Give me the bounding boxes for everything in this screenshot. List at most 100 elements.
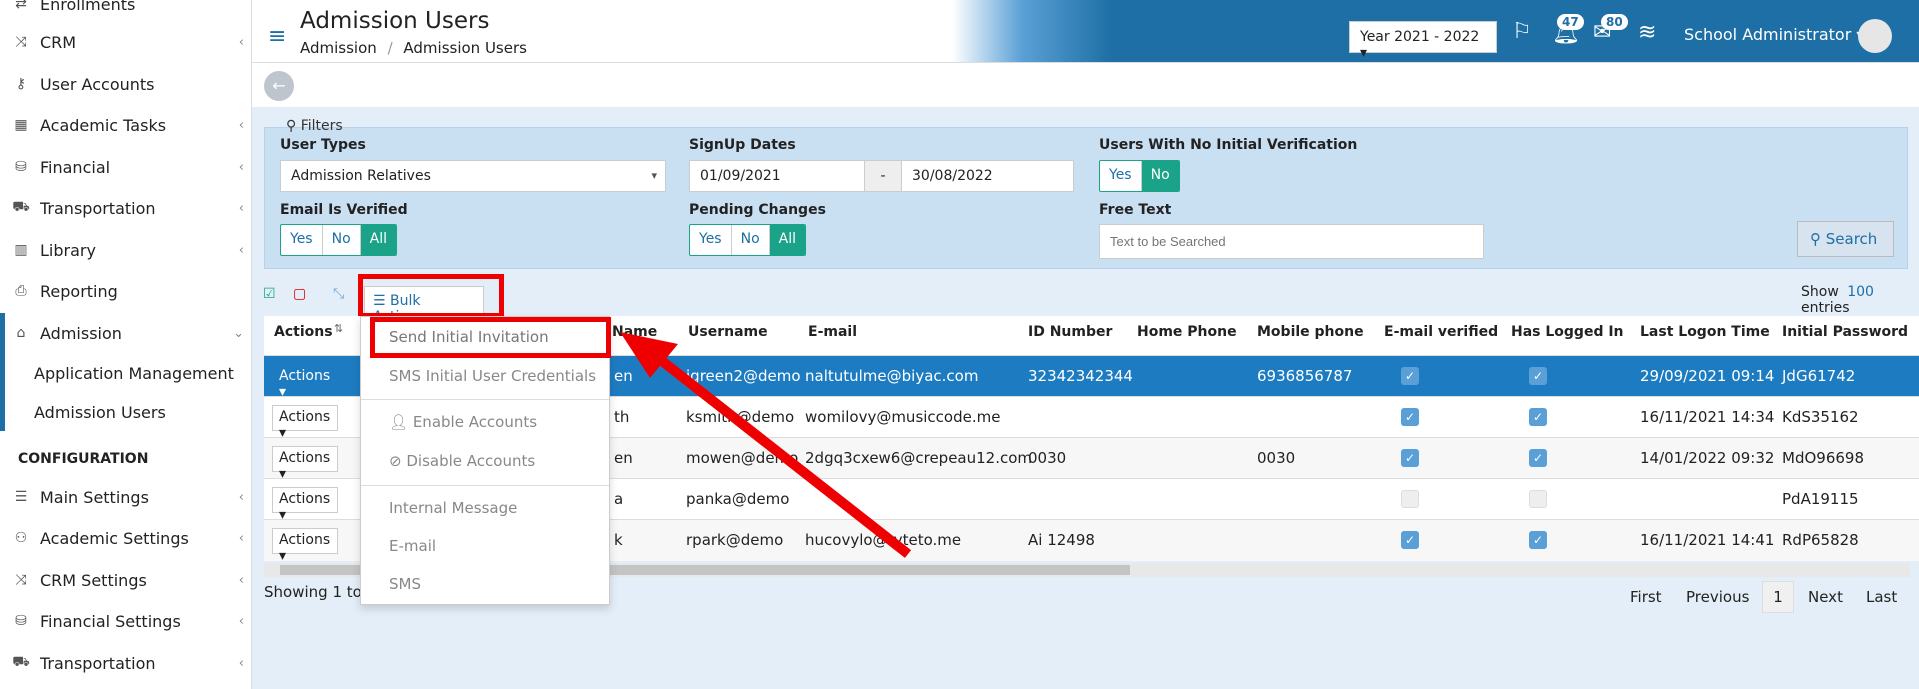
cell-last-logon: 16/11/2021 14:34 (1640, 408, 1775, 426)
menu-disable-accounts[interactable]: ⊘ Disable Accounts (389, 452, 535, 470)
entries-count[interactable]: 100 (1847, 284, 1874, 300)
select-all-icon[interactable]: ☑ (263, 286, 276, 302)
sidebar-item-academic-settings[interactable]: ⚇ Academic Settings ‹ (10, 520, 250, 556)
chevron-left-icon: ‹ (238, 613, 244, 629)
cell-password: KdS35162 (1782, 408, 1859, 426)
pagination-first[interactable]: First (1630, 588, 1662, 606)
row-actions-button[interactable]: Actions ▾ (272, 364, 338, 400)
sidebar-item-admission[interactable]: ⌂ Admission ⌄ (10, 315, 250, 351)
user-menu[interactable]: School Administrator ▾ (1684, 25, 1864, 44)
col-has-logged-in[interactable]: Has Logged In (1511, 324, 1624, 340)
pending-yes[interactable]: Yes (690, 225, 732, 255)
configuration-heading: CONFIGURATION (18, 451, 149, 467)
chevron-left-icon: ‹ (238, 242, 244, 258)
sidebar-item-user-accounts[interactable]: ⚷ User Accounts (10, 66, 250, 102)
cell-last-logon: 29/09/2021 09:14 (1640, 367, 1775, 385)
search-icon: ⚲ (286, 118, 297, 134)
no-verification-yes[interactable]: Yes (1100, 161, 1142, 191)
pagination-last[interactable]: Last (1866, 588, 1897, 606)
menu-sms[interactable]: SMS (389, 575, 421, 593)
grid-icon: ▦ (14, 117, 28, 133)
email-verified-all[interactable]: All (360, 225, 397, 255)
chevron-down-icon: ⌄ (233, 325, 244, 341)
user-types-select[interactable]: Admission Relatives ▾ (280, 160, 666, 192)
no-verification-no[interactable]: No (1141, 161, 1179, 191)
compress-icon[interactable]: ⤡ (333, 286, 344, 302)
col-last-logon[interactable]: Last Logon Time (1640, 324, 1770, 340)
menu-internal-message[interactable]: Internal Message (389, 499, 517, 517)
flag-icon[interactable]: ⚐ (1512, 19, 1532, 44)
menu-sms-initial-credentials[interactable]: SMS Initial User Credentials (389, 367, 596, 385)
col-initial-password[interactable]: Initial Password (1782, 324, 1908, 340)
crm-icon: ⤨ (15, 34, 27, 50)
signup-to-input[interactable]: 30/08/2022 (901, 160, 1074, 192)
back-button[interactable]: ← (264, 71, 294, 101)
check-icon: ✓ (1529, 531, 1547, 549)
pending-all[interactable]: All (769, 225, 806, 255)
year-select[interactable]: Year 2021 - 2022 ▾ (1349, 21, 1497, 61)
row-actions-button[interactable]: Actions ▾ (272, 446, 338, 482)
email-verified-no[interactable]: No (323, 225, 361, 255)
free-text-input[interactable] (1099, 224, 1484, 259)
sidebar-item-crm-settings[interactable]: ⤨ CRM Settings ‹ (10, 562, 250, 598)
sidebar-item-academic-tasks[interactable]: ▦ Academic Tasks ‹ (10, 107, 250, 143)
cell-password: RdP65828 (1782, 531, 1859, 549)
sort-icon[interactable]: ⇅ (334, 322, 343, 335)
menu-email[interactable]: E-mail (389, 537, 436, 555)
caret-down-icon: ▾ (651, 169, 657, 182)
sidebar-item-main-settings[interactable]: ☰ Main Settings ‹ (10, 479, 250, 515)
col-mobile-phone[interactable]: Mobile phone (1257, 324, 1364, 340)
row-actions-button[interactable]: Actions ▾ (272, 487, 338, 523)
pagination-previous[interactable]: Previous (1686, 588, 1749, 606)
sidebar-sub-admission-users[interactable]: Admission Users (34, 403, 166, 422)
bus-icon: ⛟ (12, 654, 30, 670)
col-actions: Actions (274, 324, 333, 340)
email-verified-label: Email Is Verified (280, 202, 408, 218)
search-icon: ⚲ (1810, 230, 1821, 248)
sidebar-item-reporting[interactable]: ⎙ Reporting (10, 273, 250, 309)
cell-id: Ai 12498 (1028, 531, 1095, 549)
sidebar-sub-application-management[interactable]: Application Management (34, 364, 234, 383)
sidebar-item-crm[interactable]: ⤨ CRM ‹ (10, 24, 250, 60)
pagination-page-1[interactable]: 1 (1762, 581, 1794, 613)
books-icon: ▥ (14, 242, 28, 258)
col-id-number[interactable]: ID Number (1028, 324, 1112, 340)
sidebar-item-financial[interactable]: ⛁ Financial ‹ (10, 149, 250, 185)
signup-from-input[interactable]: 01/09/2021 (689, 160, 865, 192)
sidebar-item-transportation[interactable]: ⛟ Transportation ‹ (10, 190, 250, 226)
sidebar-item-enrollments[interactable]: ⇄ Enrollments (10, 0, 250, 22)
chevron-left-icon: ‹ (238, 117, 244, 133)
row-actions-button[interactable]: Actions ▾ (272, 405, 338, 441)
col-home-phone[interactable]: Home Phone (1137, 324, 1237, 340)
arrow-shaft (644, 346, 912, 558)
breadcrumb-admission[interactable]: Admission (300, 39, 377, 57)
menu-enable-accounts[interactable]: 👤︎ Enable Accounts (389, 413, 537, 431)
sidebar-item-financial-settings[interactable]: ⛁ Financial Settings ‹ (10, 603, 250, 639)
pending-no[interactable]: No (732, 225, 770, 255)
free-text-label: Free Text (1099, 202, 1172, 218)
deselect-icon[interactable]: ▢ (293, 286, 306, 302)
email-verified-yes[interactable]: Yes (281, 225, 323, 255)
filters-heading: ⚲ Filters (286, 118, 343, 134)
printer-icon: ⎙ (15, 283, 27, 299)
highlight-box-bulk (358, 274, 504, 318)
users-icon: ⚇ (14, 530, 28, 546)
breadcrumb-current: Admission Users (403, 39, 527, 57)
breadcrumb-separator: / (387, 39, 393, 57)
chevron-left-icon: ‹ (238, 655, 244, 671)
crm-icon: ⤨ (15, 572, 27, 588)
sidebar-item-library[interactable]: ▥ Library ‹ (10, 232, 250, 268)
pagination-next[interactable]: Next (1808, 588, 1843, 606)
notifications-badge: 47 (1557, 14, 1584, 30)
layers-icon[interactable]: ≋ (1638, 20, 1656, 45)
header: ≡ Admission Users Admission / Admission … (252, 0, 1919, 63)
row-actions-button[interactable]: Actions ▾ (272, 528, 338, 561)
avatar[interactable] (1858, 19, 1892, 53)
cell-id: 32342342344 (1028, 367, 1133, 385)
sidebar-item-transportation-settings[interactable]: ⛟ Transportation ‹ (10, 645, 250, 681)
col-email-verified[interactable]: E-mail verified (1384, 324, 1498, 340)
pending-changes-toggle: Yes No All (689, 224, 807, 256)
search-button[interactable]: ⚲ Search (1797, 221, 1894, 257)
hamburger-icon[interactable]: ≡ (268, 24, 286, 49)
coins-icon: ⛁ (15, 613, 27, 629)
